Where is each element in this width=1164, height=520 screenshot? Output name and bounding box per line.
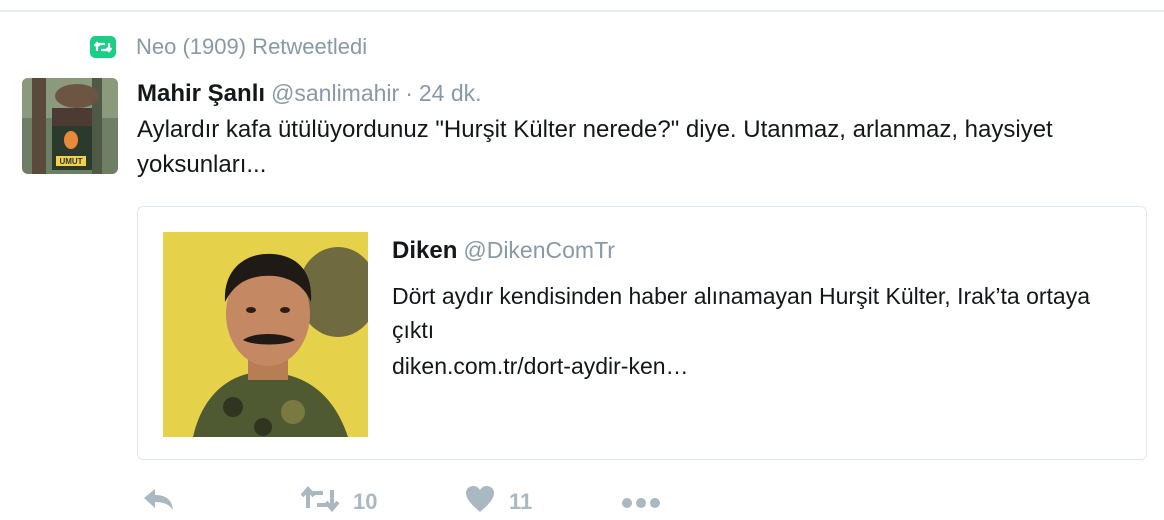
retweet-icon: [90, 36, 116, 58]
heart-icon: [465, 485, 495, 519]
person-photo: [163, 232, 368, 437]
more-icon: [621, 489, 661, 515]
quote-text: Dört aydır kendisinden haber alınamayan …: [392, 283, 1091, 343]
more-button[interactable]: [621, 484, 661, 520]
quote-link[interactable]: diken.com.tr/dort-aydir-ken…: [392, 349, 689, 383]
retweet-count: 10: [353, 489, 378, 514]
author-handle[interactable]: @sanlimahir: [271, 80, 399, 106]
separator: ·: [405, 80, 413, 106]
quote-author-handle[interactable]: @DikenComTr: [463, 237, 615, 263]
reply-icon: [141, 486, 175, 518]
retweet-button[interactable]: 10: [300, 484, 378, 520]
like-count: 11: [509, 489, 533, 514]
tweet-actions: 10 11: [137, 484, 737, 520]
retweeted-by-link[interactable]: Neo (1909) Retweetledi: [136, 34, 367, 60]
tweet-text: Aylardır kafa ütülüyordunuz "Hurşit Kült…: [137, 116, 1053, 178]
quote-header: Diken @DikenComTr: [392, 235, 615, 266]
retweet-icon: [300, 485, 340, 518]
user-avatar[interactable]: UMUT: [22, 78, 118, 174]
timestamp[interactable]: 24 dk.: [419, 80, 482, 106]
reply-button[interactable]: [141, 484, 175, 520]
retweet-context: Neo (1909) Retweetledi: [90, 34, 367, 60]
like-button[interactable]: 11: [465, 484, 532, 520]
tweet-header: Mahir Şanlı @sanlimahir · 24 dk.: [137, 78, 482, 108]
author-name[interactable]: Mahir Şanlı: [137, 80, 265, 107]
quoted-tweet-card[interactable]: Diken @DikenComTr Dört aydır kendisinden …: [137, 206, 1147, 460]
svg-text:UMUT: UMUT: [59, 157, 82, 166]
top-divider: [0, 10, 1164, 12]
quote-author-name[interactable]: Diken: [392, 237, 457, 264]
